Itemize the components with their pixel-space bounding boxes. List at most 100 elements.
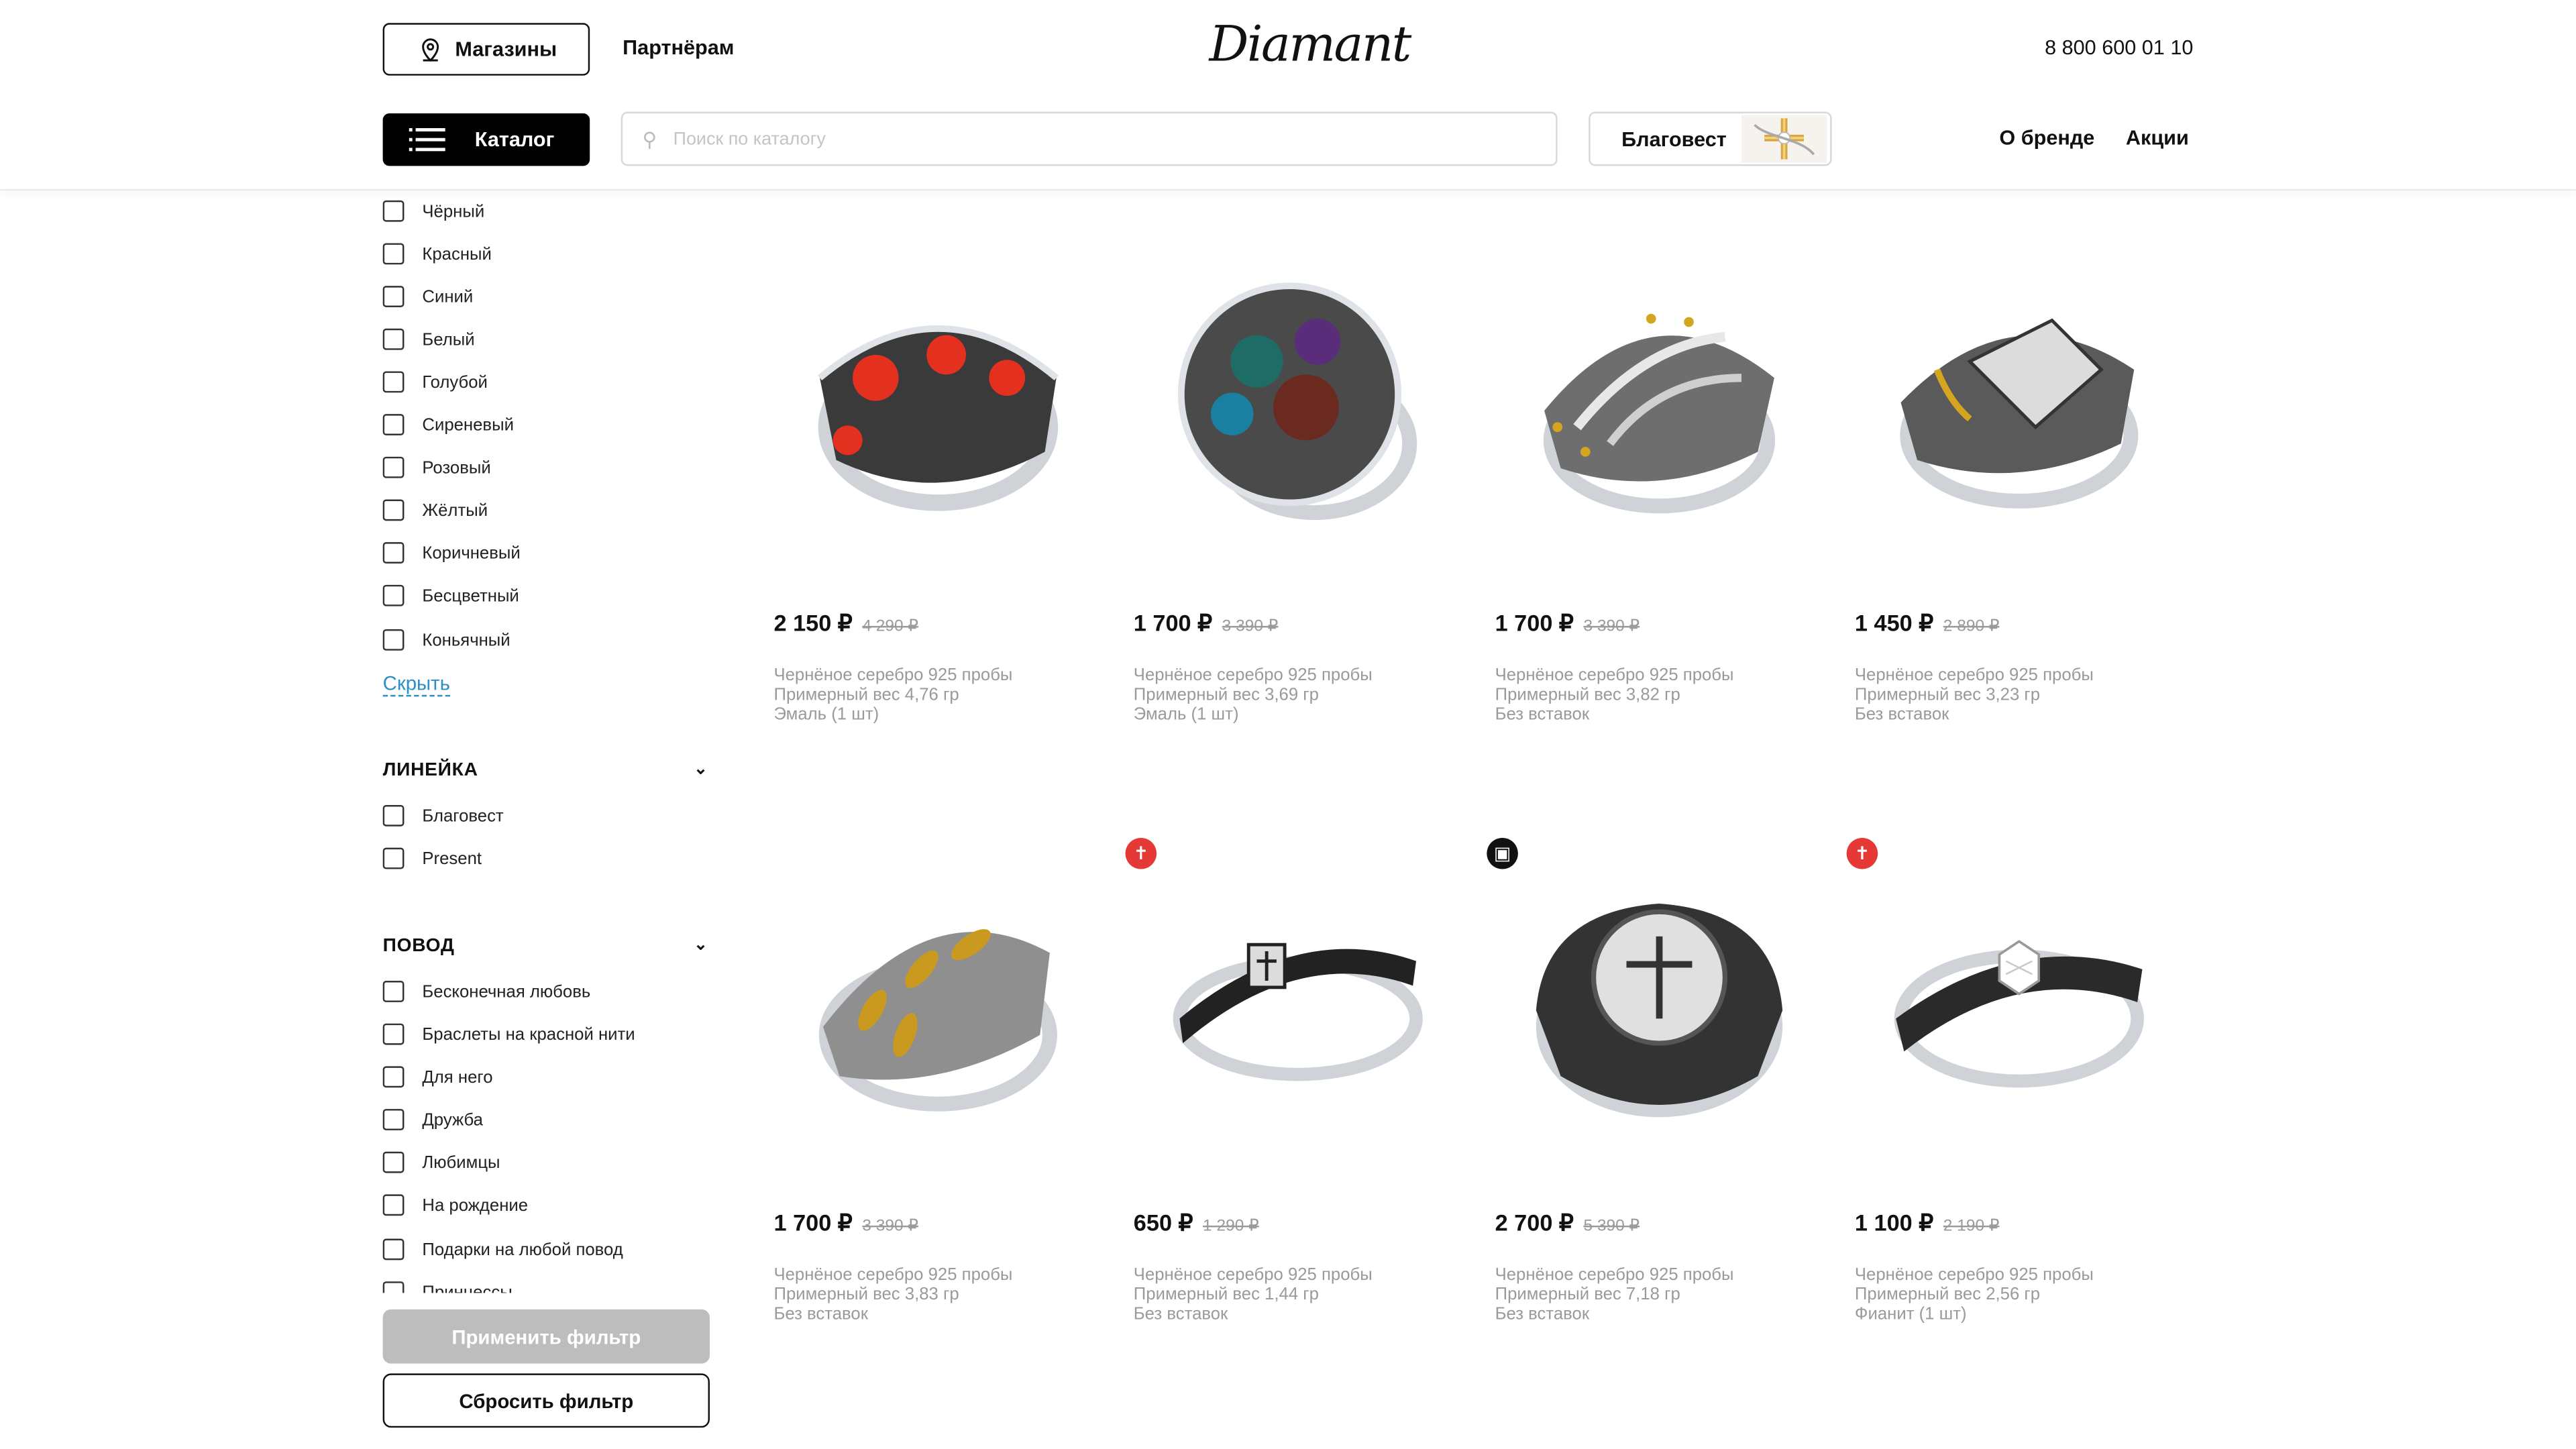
checkbox[interactable] (382, 200, 405, 222)
filter-color-pink[interactable]: Розовый (382, 456, 491, 478)
catalog-button[interactable]: Каталог (382, 113, 590, 166)
checkbox[interactable] (382, 1151, 405, 1173)
product-insert: Фианит (1 шт) (1854, 1304, 1967, 1324)
search-box[interactable]: ⚲ (621, 111, 1558, 166)
product-insert: Без вставок (1854, 704, 1949, 725)
product-image[interactable] (1855, 246, 2184, 575)
price-row: 1 700 ₽ 3 390 ₽ (773, 1209, 918, 1237)
blagovest-label: Благовест (1621, 127, 1727, 151)
filter-color-yellow[interactable]: Жёлтый (382, 499, 488, 521)
product-description: Чернёное серебро 925 пробы Примерный вес… (1134, 665, 1373, 724)
checkbox[interactable] (382, 1281, 405, 1293)
checkbox[interactable] (382, 243, 405, 265)
product-description: Чернёное серебро 925 пробы Примерный вес… (1495, 1265, 1734, 1324)
filter-label: Коричневый (422, 543, 521, 563)
filter-section-line[interactable]: ЛИНЕЙКА ⌄ (383, 761, 712, 780)
filter-occasion-item[interactable]: Бесконечная любовь (382, 981, 590, 1002)
catalog-label: Каталог (474, 128, 555, 152)
chevron-down-icon[interactable]: ⌄ (694, 761, 708, 779)
product-image[interactable] (1495, 846, 1824, 1175)
phone-number[interactable]: 8 800 600 01 10 (2045, 36, 2193, 59)
checkbox[interactable] (382, 629, 405, 651)
checkbox[interactable] (382, 414, 405, 435)
checkbox[interactable] (382, 328, 405, 350)
filter-color-colorless[interactable]: Бесцветный (382, 584, 519, 606)
filter-occasion-item[interactable]: Дружба (382, 1109, 483, 1130)
checkbox[interactable] (382, 456, 405, 478)
filter-color-cognac[interactable]: Коньячный (382, 629, 511, 651)
search-input[interactable] (669, 127, 1499, 151)
product-image[interactable] (1855, 846, 2184, 1175)
filter-occasion-item[interactable]: На рождение (382, 1194, 528, 1216)
header-nav: О бренде Акции (1999, 127, 2188, 150)
nav-about-brand[interactable]: О бренде (1999, 127, 2094, 150)
product-description: Чернёное серебро 925 пробы Примерный вес… (1495, 665, 1734, 724)
filter-label: Чёрный (422, 201, 485, 221)
filter-label: Коньячный (422, 630, 511, 650)
checkbox[interactable] (382, 1066, 405, 1088)
product-material: Чернёное серебро 925 пробы (1495, 665, 1734, 686)
hide-link[interactable]: Скрыть (382, 672, 450, 697)
section-title: ЛИНЕЙКА (382, 760, 478, 781)
checkbox[interactable] (382, 1194, 405, 1216)
chevron-down-icon[interactable]: ⌄ (694, 936, 708, 955)
filter-occasion-item[interactable]: Подарки на любой повод (382, 1238, 623, 1260)
filter-occasion-item[interactable]: Любимцы (382, 1151, 500, 1173)
price-row: 1 700 ₽ 3 390 ₽ (1134, 610, 1279, 638)
checkbox[interactable] (382, 499, 405, 521)
filter-color-red[interactable]: Красный (382, 243, 492, 265)
checkbox[interactable] (382, 542, 405, 564)
product-description: Чернёное серебро 925 пробы Примерный вес… (773, 1265, 1012, 1324)
price: 650 ₽ (1133, 1209, 1193, 1236)
checkbox[interactable] (382, 1238, 405, 1260)
filter-label: Жёлтый (422, 500, 488, 521)
filter-occasion-item[interactable]: Браслеты на красной нити (382, 1023, 635, 1045)
old-price: 3 390 ₽ (862, 1217, 919, 1236)
filter-color-blue[interactable]: Синий (382, 286, 474, 307)
checkbox[interactable] (382, 286, 405, 307)
price-row: 650 ₽ 1 290 ₽ (1134, 1209, 1259, 1237)
filter-occasion-item[interactable]: Принцессы (382, 1281, 513, 1293)
filter-color-light-blue[interactable]: Голубой (382, 371, 488, 393)
filter-section-occasion[interactable]: ПОВОД ⌄ (383, 936, 712, 956)
price: 2 150 ₽ (773, 609, 853, 636)
blagovest-button[interactable]: Благовест (1589, 111, 1832, 166)
product-image[interactable] (1495, 246, 1824, 575)
filter-color-brown[interactable]: Коричневый (382, 542, 521, 564)
product-material: Чернёное серебро 925 пробы (773, 1265, 1013, 1285)
filter-color-black[interactable]: Чёрный (382, 200, 485, 222)
product-image[interactable] (773, 846, 1102, 1175)
filter-line-blagovest[interactable]: Благовест (382, 805, 504, 826)
brand-logo[interactable]: Diamant (1209, 16, 1411, 74)
filter-line-present[interactable]: Present (382, 847, 482, 869)
product-image[interactable] (1134, 246, 1462, 575)
search-icon: ⚲ (642, 127, 657, 151)
price-row: 1 700 ₽ 3 390 ₽ (1495, 610, 1640, 638)
old-price: 1 290 ₽ (1203, 1217, 1259, 1236)
old-price: 3 390 ₽ (1583, 617, 1640, 636)
nav-promotions[interactable]: Акции (2126, 127, 2189, 150)
checkbox[interactable] (382, 805, 405, 826)
filter-label: Для него (422, 1067, 493, 1087)
checkbox[interactable] (382, 1023, 405, 1045)
reset-filter-button[interactable]: Сбросить фильтр (382, 1373, 710, 1428)
filter-color-lilac[interactable]: Сиреневый (382, 414, 514, 435)
partners-link[interactable]: Партнёрам (623, 36, 734, 59)
checkbox[interactable] (382, 1109, 405, 1130)
checkbox[interactable] (382, 371, 405, 393)
checkbox[interactable] (382, 847, 405, 869)
filter-label: Синий (422, 286, 474, 307)
product-weight: Примерный вес 1,44 гр (1133, 1285, 1320, 1305)
product-image[interactable] (1134, 846, 1462, 1175)
price: 1 100 ₽ (1854, 1209, 1934, 1236)
checkbox[interactable] (382, 981, 405, 1002)
checkbox[interactable] (382, 584, 405, 606)
stores-button[interactable]: Магазины (382, 23, 590, 76)
product-image[interactable] (773, 246, 1102, 575)
apply-filter-button[interactable]: Применить фильтр (382, 1309, 710, 1364)
filter-occasion-item[interactable]: Для него (382, 1066, 493, 1088)
old-price: 3 390 ₽ (1222, 617, 1279, 636)
price-row: 2 700 ₽ 5 390 ₽ (1495, 1209, 1640, 1237)
filter-color-white[interactable]: Белый (382, 328, 475, 350)
filter-label: Любимцы (422, 1152, 500, 1173)
